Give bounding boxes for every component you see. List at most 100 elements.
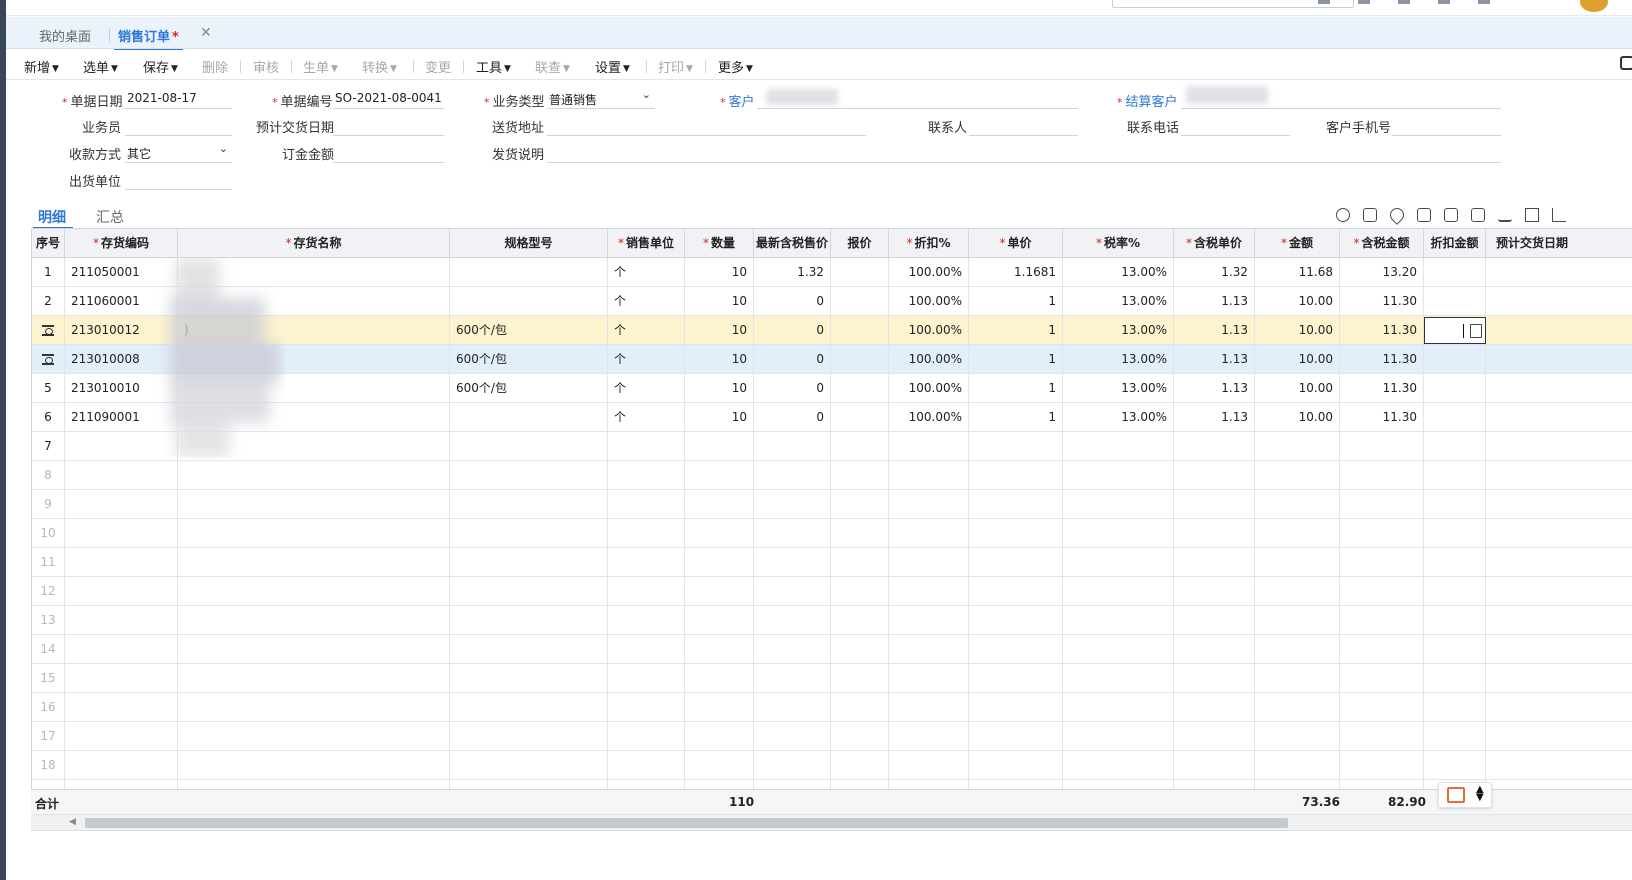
table-row[interactable]: 10	[32, 519, 1632, 548]
empty-cell[interactable]	[178, 577, 450, 606]
empty-cell[interactable]	[178, 461, 450, 490]
table-row[interactable]: 16	[32, 693, 1632, 722]
empty-cell[interactable]	[450, 519, 608, 548]
empty-cell[interactable]	[450, 693, 608, 722]
cell-latest-price[interactable]: 0	[754, 403, 831, 432]
close-icon[interactable]: ✕	[200, 25, 212, 41]
empty-cell[interactable]	[1255, 751, 1340, 780]
empty-cell[interactable]	[178, 519, 450, 548]
cell-tax-rate[interactable]: 13.00%	[1063, 403, 1174, 432]
cell-discount[interactable]: 100.00%	[889, 345, 969, 374]
empty-cell[interactable]	[1174, 693, 1255, 722]
cell-latest-price[interactable]: 0	[754, 287, 831, 316]
empty-cell[interactable]	[969, 635, 1063, 664]
cell-tax-amount[interactable]: 11.30	[1340, 316, 1424, 345]
row-number-cell[interactable]: 10	[32, 519, 65, 548]
empty-cell[interactable]	[608, 722, 685, 751]
cell-delivery[interactable]	[1486, 403, 1632, 432]
empty-cell[interactable]	[1255, 664, 1340, 693]
empty-cell[interactable]	[1486, 780, 1632, 789]
cell-delivery[interactable]	[1486, 345, 1632, 374]
cell-discount[interactable]: 100.00%	[889, 287, 969, 316]
empty-cell[interactable]	[65, 635, 178, 664]
empty-cell[interactable]	[1424, 432, 1486, 461]
empty-cell[interactable]	[1174, 577, 1255, 606]
row-number-cell[interactable]: 16	[32, 693, 65, 722]
empty-cell[interactable]	[178, 606, 450, 635]
empty-cell[interactable]	[685, 548, 754, 577]
col-header[interactable]: 折扣金额	[1424, 229, 1486, 258]
empty-cell[interactable]	[1255, 606, 1340, 635]
cell-unit[interactable]: 个	[608, 374, 685, 403]
empty-cell[interactable]	[65, 461, 178, 490]
header-icon[interactable]	[1398, 0, 1410, 4]
empty-cell[interactable]	[65, 606, 178, 635]
table-row[interactable]: 1 211050001 个 10 1.32 100.00% 1.1681 13.00% 1.32…	[32, 258, 1632, 287]
empty-cell[interactable]	[178, 693, 450, 722]
cell-unit[interactable]: 个	[608, 345, 685, 374]
cell-unit[interactable]: 个	[608, 287, 685, 316]
table-row[interactable]: 5 213010010 600个/包个 10 0 100.00% 1 13.00% 1.13 10…	[32, 374, 1632, 403]
col-header[interactable]: * 存货编码	[65, 229, 178, 258]
empty-cell[interactable]	[685, 635, 754, 664]
row-number-cell[interactable]: 1	[32, 258, 65, 287]
row-number-cell[interactable]	[32, 345, 65, 374]
empty-cell[interactable]	[754, 722, 831, 751]
cell-quote[interactable]	[831, 345, 889, 374]
scroll-left-icon[interactable]: ◀	[69, 817, 76, 827]
empty-cell[interactable]	[1174, 519, 1255, 548]
empty-cell[interactable]	[1486, 606, 1632, 635]
ship-note-field[interactable]	[547, 143, 1501, 163]
cell-spec[interactable]: 600个/包	[450, 374, 608, 403]
empty-cell[interactable]	[1174, 432, 1255, 461]
empty-cell[interactable]	[969, 606, 1063, 635]
empty-cell[interactable]	[1063, 548, 1174, 577]
empty-cell[interactable]	[1174, 461, 1255, 490]
cell-latest-price[interactable]: 0	[754, 316, 831, 345]
cell-tax-amount[interactable]: 11.30	[1340, 403, 1424, 432]
empty-cell[interactable]	[178, 722, 450, 751]
table-row[interactable]: 12	[32, 577, 1632, 606]
empty-cell[interactable]	[685, 722, 754, 751]
empty-cell[interactable]	[754, 635, 831, 664]
empty-cell[interactable]	[1424, 490, 1486, 519]
cell-tax-rate[interactable]: 13.00%	[1063, 316, 1174, 345]
empty-cell[interactable]	[1340, 606, 1424, 635]
toolbar-tools-button[interactable]: 工具 ▼	[476, 57, 511, 76]
empty-cell[interactable]	[1424, 751, 1486, 780]
empty-cell[interactable]	[831, 751, 889, 780]
empty-cell[interactable]	[450, 548, 608, 577]
horizontal-scrollbar[interactable]: ◀	[31, 815, 1632, 831]
empty-cell[interactable]	[685, 432, 754, 461]
empty-cell[interactable]	[1340, 664, 1424, 693]
empty-cell[interactable]	[65, 490, 178, 519]
date-field[interactable]: 2021-08-17	[125, 89, 232, 109]
cell-tax-rate[interactable]: 13.00%	[1063, 287, 1174, 316]
empty-cell[interactable]	[1063, 606, 1174, 635]
cell-disc-amount[interactable]	[1424, 374, 1486, 403]
cell-discount[interactable]: 100.00%	[889, 316, 969, 345]
toolbar-print-button[interactable]: 打印 ▼	[658, 57, 693, 76]
cell-name[interactable]	[178, 403, 450, 432]
empty-cell[interactable]	[969, 722, 1063, 751]
empty-cell[interactable]	[831, 548, 889, 577]
empty-cell[interactable]	[889, 461, 969, 490]
cell-code[interactable]: 211090001	[65, 403, 178, 432]
empty-cell[interactable]	[65, 780, 178, 789]
empty-cell[interactable]	[1255, 780, 1340, 789]
biztype-select[interactable]: 普通销售 ⌄	[547, 88, 655, 109]
empty-cell[interactable]	[450, 722, 608, 751]
empty-cell[interactable]	[969, 490, 1063, 519]
empty-cell[interactable]	[1063, 664, 1174, 693]
row-number-cell[interactable]: 7	[32, 432, 65, 461]
payment-select[interactable]: 其它 ⌄	[125, 142, 232, 163]
cell-tax-rate[interactable]: 13.00%	[1063, 374, 1174, 403]
empty-cell[interactable]	[969, 519, 1063, 548]
row-number-cell[interactable]: 11	[32, 548, 65, 577]
empty-cell[interactable]	[65, 577, 178, 606]
bulb-icon[interactable]	[1336, 208, 1350, 222]
empty-cell[interactable]	[754, 461, 831, 490]
cell-price[interactable]: 1	[969, 345, 1063, 374]
cell-delivery[interactable]	[1486, 258, 1632, 287]
cell-discount[interactable]: 100.00%	[889, 258, 969, 287]
